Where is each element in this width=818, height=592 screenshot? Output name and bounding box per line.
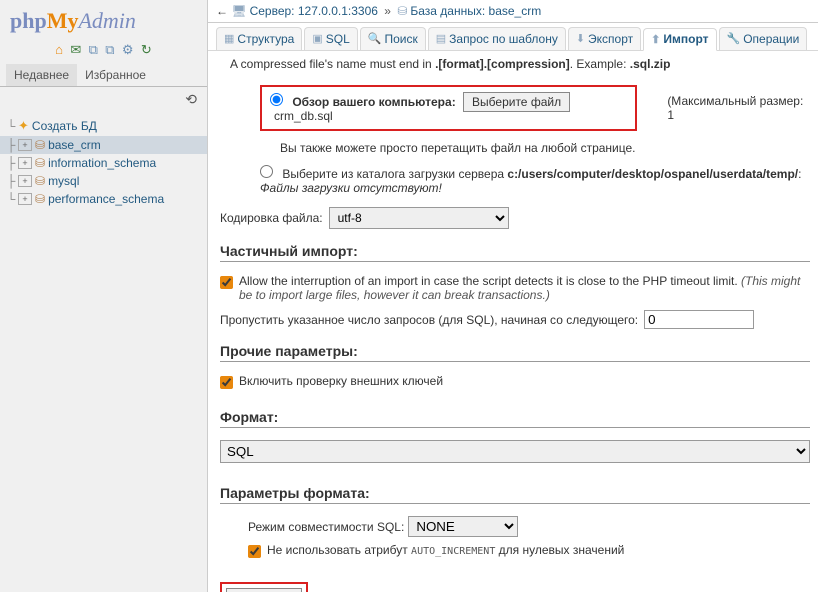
- db-icon: ⛁: [35, 174, 45, 188]
- server-icon: 🖥: [231, 4, 246, 18]
- db-icon: ⛁: [35, 138, 45, 152]
- catalog-option: Выберите из каталога загрузки сервера c:…: [220, 165, 810, 195]
- tab-sql[interactable]: ▣SQL: [304, 27, 357, 50]
- format-select[interactable]: SQL: [220, 440, 810, 463]
- browse-radio[interactable]: [270, 93, 283, 106]
- sidebar: phpMyAdmin ⌂ ✉ ⧉ ⧉ ⚙ ↻ Недавнее Избранно…: [0, 0, 208, 592]
- charset-row: Кодировка файла: utf-8: [220, 207, 810, 229]
- sidebar-nav-tabs: Недавнее Избранное: [0, 64, 207, 87]
- submit-button[interactable]: Вперёд: [226, 588, 302, 592]
- query-icon: ▤: [436, 32, 446, 45]
- tab-structure[interactable]: ▦Структура: [216, 27, 302, 50]
- skip-input[interactable]: [644, 310, 754, 329]
- max-size-label: (Максимальный размер: 1: [637, 94, 810, 122]
- import-icon: ⬆: [651, 33, 660, 46]
- tab-recent[interactable]: Недавнее: [6, 64, 77, 86]
- browse-highlight: Обзор вашего компьютера: Выберите файл c…: [260, 85, 637, 131]
- compat-row: Режим совместимости SQL: NONE: [220, 516, 810, 537]
- collapse-icon[interactable]: ⟲: [0, 87, 207, 112]
- submit-highlight: Вперёд: [220, 582, 308, 592]
- sql-icon: ▣: [312, 32, 322, 45]
- interrupt-checkbox[interactable]: [220, 276, 233, 289]
- logo[interactable]: phpMyAdmin: [0, 0, 207, 38]
- compressed-info: A compressed file's name must end in .[f…: [220, 57, 810, 71]
- fk-check-row: Включить проверку внешних ключей: [220, 374, 810, 389]
- import-form: A compressed file's name must end in .[f…: [208, 51, 818, 592]
- structure-icon: ▦: [224, 32, 234, 45]
- db-tree: └ ✦ Создать БД ├ + ⛁ base_crm ├ + ⛁ info…: [0, 112, 207, 212]
- db-item-information-schema[interactable]: ├ + ⛁ information_schema: [0, 154, 207, 172]
- drag-info: Вы также можете просто перетащить файл н…: [220, 141, 810, 155]
- skip-row: Пропустить указанное число запросов (для…: [220, 310, 810, 329]
- exit-icon[interactable]: ✉: [70, 42, 81, 57]
- settings-icon[interactable]: ⚙: [122, 42, 134, 57]
- tab-import[interactable]: ⬆Импорт: [643, 28, 716, 51]
- compat-select[interactable]: NONE: [408, 516, 518, 537]
- breadcrumb: ← 🖥Сервер: 127.0.0.1:3306 » ⛁База данных…: [208, 0, 818, 23]
- tab-favorites[interactable]: Избранное: [77, 64, 154, 86]
- tree-line-icon: └: [4, 119, 18, 133]
- docs-icon[interactable]: ⧉: [105, 42, 114, 57]
- breadcrumb-server[interactable]: Сервер: 127.0.0.1:3306: [250, 4, 378, 18]
- db-item-mysql[interactable]: ├ + ⛁ mysql: [0, 172, 207, 190]
- reload-icon[interactable]: ↻: [141, 42, 152, 57]
- format-params-heading: Параметры формата:: [220, 485, 810, 501]
- tab-search[interactable]: 🔍Поиск: [360, 27, 426, 50]
- new-db-icon: ✦: [18, 118, 29, 134]
- expand-icon[interactable]: +: [18, 157, 32, 169]
- main-tabs: ▦Структура ▣SQL 🔍Поиск ▤Запрос по шаблон…: [208, 23, 818, 51]
- fk-checkbox[interactable]: [220, 376, 233, 389]
- browse-option: Обзор вашего компьютера: Выберите файл c…: [220, 85, 637, 131]
- selected-filename: crm_db.sql: [274, 109, 333, 123]
- query-icon[interactable]: ⧉: [89, 42, 98, 57]
- partial-import-heading: Частичный импорт:: [220, 243, 810, 259]
- format-heading: Формат:: [220, 409, 810, 425]
- operations-icon: 🔧: [727, 32, 741, 45]
- db-item-performance-schema[interactable]: └ + ⛁ performance_schema: [0, 190, 207, 208]
- interrupt-check-row: Allow the interruption of an import in c…: [220, 274, 810, 302]
- catalog-radio[interactable]: [260, 165, 273, 178]
- db-icon: ⛁: [35, 156, 45, 170]
- db-icon: ⛁: [35, 192, 45, 206]
- search-icon: 🔍: [368, 32, 382, 45]
- home-icon[interactable]: ⌂: [55, 42, 63, 57]
- tab-operations[interactable]: 🔧Операции: [719, 27, 808, 50]
- expand-icon[interactable]: +: [18, 175, 32, 187]
- expand-icon[interactable]: +: [18, 193, 32, 205]
- main-content: ← 🖥Сервер: 127.0.0.1:3306 » ⛁База данных…: [208, 0, 818, 592]
- tab-query[interactable]: ▤Запрос по шаблону: [428, 27, 566, 50]
- autoinc-checkbox[interactable]: [248, 545, 261, 558]
- export-icon: ⬇: [576, 32, 585, 45]
- create-db[interactable]: └ ✦ Создать БД: [0, 116, 207, 136]
- db-item-base-crm[interactable]: ├ + ⛁ base_crm: [0, 136, 207, 154]
- sidebar-icons: ⌂ ✉ ⧉ ⧉ ⚙ ↻: [0, 38, 207, 64]
- choose-file-button[interactable]: Выберите файл: [463, 92, 570, 112]
- breadcrumb-db[interactable]: База данных: base_crm: [410, 4, 541, 18]
- db-icon: ⛁: [397, 4, 407, 18]
- expand-icon[interactable]: +: [18, 139, 32, 151]
- charset-select[interactable]: utf-8: [329, 207, 509, 229]
- other-params-heading: Прочие параметры:: [220, 343, 810, 359]
- tab-export[interactable]: ⬇Экспорт: [568, 27, 641, 50]
- autoinc-row: Не использовать атрибут AUTO_INCREMENT д…: [220, 543, 810, 558]
